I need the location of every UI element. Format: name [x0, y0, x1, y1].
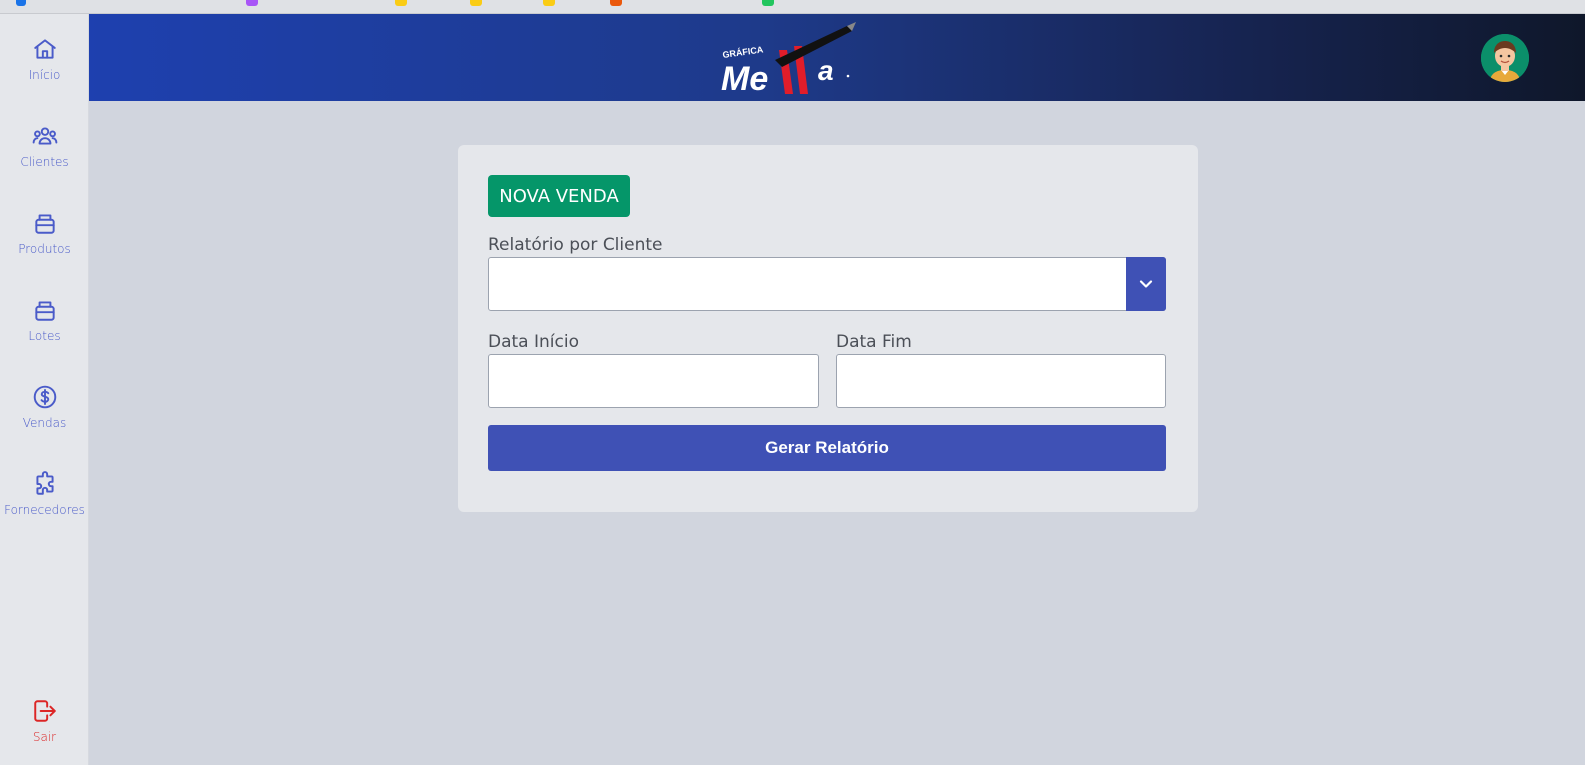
chevron-down-icon [1139, 280, 1153, 288]
start-date-input[interactable] [488, 354, 819, 408]
user-avatar[interactable] [1481, 34, 1529, 82]
client-select-toggle[interactable] [1126, 257, 1166, 311]
sidebar-item-lotes[interactable]: Lotes [0, 297, 89, 367]
tab-icon [16, 0, 26, 6]
top-header: GRÁFICA Me a [89, 14, 1585, 101]
dollar-circle-icon [33, 385, 56, 409]
sidebar-item-fornecedores[interactable]: Fornecedores [0, 471, 89, 541]
tab-icon [762, 0, 774, 6]
logout-label: Sair [32, 730, 57, 744]
sidebar-item-label: Vendas [22, 416, 67, 430]
end-date-input[interactable] [836, 354, 1166, 408]
sidebar-item-label: Produtos [18, 242, 71, 256]
puzzle-icon [35, 471, 54, 495]
avatar-icon [1481, 34, 1529, 82]
client-report-label: Relatório por Cliente [488, 235, 663, 255]
logout-icon [33, 700, 56, 722]
end-date-label: Data Fim [836, 332, 912, 352]
box-icon [34, 214, 55, 234]
sidebar: Início Clientes Produtos Lotes Vendas Fo… [0, 14, 89, 765]
sidebar-item-vendas[interactable]: Vendas [0, 384, 89, 454]
sidebar-item-label: Lotes [28, 329, 61, 343]
logo-main-text: Me [721, 60, 768, 98]
logout-button[interactable]: Sair [0, 698, 89, 765]
sales-report-card: NOVA VENDA Relatório por Cliente Data In… [458, 145, 1198, 512]
start-date-label: Data Início [488, 332, 579, 352]
sidebar-item-label: Fornecedores [4, 503, 85, 517]
logo-tail-text: a [818, 55, 834, 86]
home-icon [33, 39, 56, 59]
tab-icon [246, 0, 258, 6]
sidebar-item-inicio[interactable]: Início [0, 36, 89, 106]
browser-tab-strip [0, 0, 1585, 14]
sidebar-item-label: Início [28, 68, 61, 82]
sidebar-item-label: Clientes [20, 155, 69, 169]
pen-icon [775, 26, 852, 67]
client-select[interactable] [488, 257, 1166, 311]
sidebar-item-produtos[interactable]: Produtos [0, 210, 89, 280]
tab-icon [610, 0, 622, 6]
box-icon [34, 301, 55, 321]
logo-small-text: GRÁFICA [722, 44, 764, 60]
new-sale-button[interactable]: NOVA VENDA [488, 175, 630, 217]
generate-report-button[interactable]: Gerar Relatório [488, 425, 1166, 471]
tab-icon [543, 0, 555, 6]
brand-logo[interactable]: GRÁFICA Me a [715, 20, 865, 98]
users-icon [32, 127, 57, 145]
logo-dot [846, 74, 850, 78]
sidebar-item-clientes[interactable]: Clientes [0, 123, 89, 193]
tab-icon [395, 0, 407, 6]
tab-icon [470, 0, 482, 6]
